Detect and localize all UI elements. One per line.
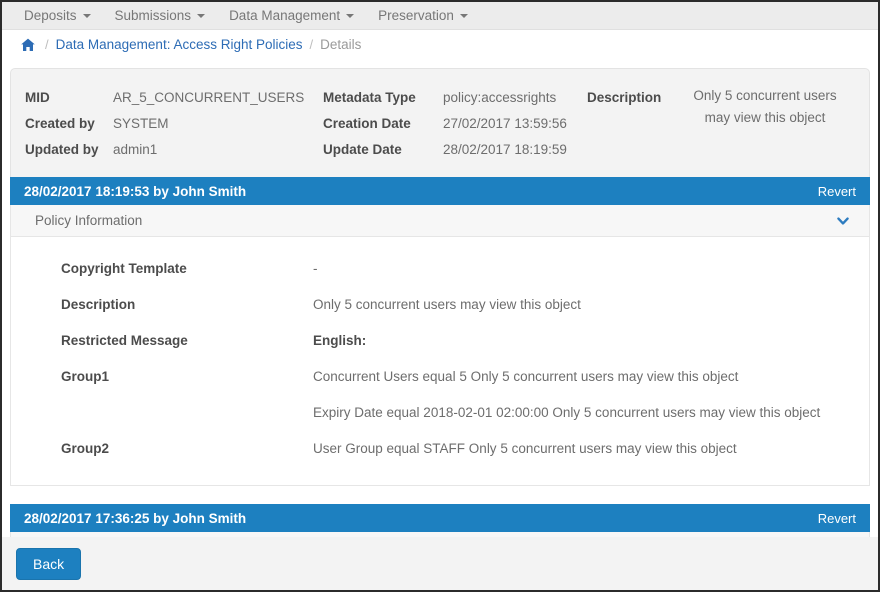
version-header-2[interactable]: 28/02/2017 17:36:25 by John Smith Revert xyxy=(10,504,870,532)
metadata-value-update-date: 28/02/2017 18:19:59 xyxy=(443,137,567,163)
version-block-1: 28/02/2017 18:19:53 by John Smith Revert… xyxy=(10,177,870,486)
metadata-value-metadata-type: policy:accessrights xyxy=(443,85,567,111)
metadata-value-mid: AR_5_CONCURRENT_USERS xyxy=(113,85,304,111)
detail-value-description: Only 5 concurrent users may view this ob… xyxy=(313,287,855,323)
chevron-down-icon xyxy=(460,14,468,18)
nav-item-data-management[interactable]: Data Management xyxy=(217,8,366,23)
home-icon[interactable] xyxy=(20,37,36,53)
section-title: Policy Information xyxy=(35,213,142,228)
metadata-column-identity: MID Created by Updated by AR_5_CONCURREN… xyxy=(25,85,323,163)
detail-value-group1-line2: Expiry Date equal 2018-02-01 02:00:00 On… xyxy=(313,395,855,431)
breadcrumb-separator: / xyxy=(45,37,49,52)
nav-item-label: Submissions xyxy=(115,8,192,23)
detail-value-restricted-message: English: xyxy=(313,323,855,359)
detail-label-description: Description xyxy=(25,287,313,323)
main-navigation-bar: Deposits Submissions Data Management Pre… xyxy=(2,2,878,30)
detail-value-copyright-template: - xyxy=(313,251,855,287)
section-header-policy-information-2[interactable]: Policy Information xyxy=(10,532,870,537)
application-window: Deposits Submissions Data Management Pre… xyxy=(0,0,880,592)
breadcrumb-current-details: Details xyxy=(320,37,361,52)
chevron-down-icon xyxy=(83,14,91,18)
detail-row: Restricted Message English: xyxy=(11,323,869,359)
chevron-down-icon[interactable] xyxy=(835,213,851,229)
detail-value-group2: User Group equal STAFF Only 5 concurrent… xyxy=(313,431,855,467)
metadata-value-created-by: SYSTEM xyxy=(113,111,304,137)
detail-row: Copyright Template - xyxy=(11,251,869,287)
nav-item-preservation[interactable]: Preservation xyxy=(366,8,480,23)
metadata-label-update-date: Update Date xyxy=(323,137,433,163)
metadata-label-created-by: Created by xyxy=(25,111,103,137)
nav-item-label: Deposits xyxy=(24,8,77,23)
revert-link[interactable]: Revert xyxy=(818,184,856,199)
detail-label-group2: Group2 xyxy=(25,431,313,467)
section-body-policy-information-1: Copyright Template - Description Only 5 … xyxy=(10,237,870,486)
section-header-policy-information-1[interactable]: Policy Information xyxy=(10,205,870,237)
nav-item-label: Preservation xyxy=(378,8,454,23)
metadata-label-description: Description xyxy=(587,85,675,111)
version-title: 28/02/2017 18:19:53 by John Smith xyxy=(24,184,246,199)
metadata-label-mid: MID xyxy=(25,85,103,111)
metadata-value-description: Only 5 concurrent users may view this ob… xyxy=(685,85,845,129)
nav-item-label: Data Management xyxy=(229,8,340,23)
detail-row: Group2 User Group equal STAFF Only 5 con… xyxy=(11,431,869,467)
metadata-label-creation-date: Creation Date xyxy=(323,111,433,137)
metadata-value-creation-date: 27/02/2017 13:59:56 xyxy=(443,111,567,137)
detail-label-group1: Group1 xyxy=(25,359,313,395)
metadata-summary-panel: MID Created by Updated by AR_5_CONCURREN… xyxy=(10,68,870,177)
detail-value-group1: Concurrent Users equal 5 Only 5 concurre… xyxy=(313,359,855,431)
detail-label-restricted-message: Restricted Message xyxy=(25,323,313,359)
version-block-2: 28/02/2017 17:36:25 by John Smith Revert… xyxy=(10,504,870,537)
version-title: 28/02/2017 17:36:25 by John Smith xyxy=(24,511,246,526)
metadata-label-metadata-type: Metadata Type xyxy=(323,85,433,111)
page-content: MID Created by Updated by AR_5_CONCURREN… xyxy=(2,60,878,537)
breadcrumb-link-access-right-policies[interactable]: Data Management: Access Right Policies xyxy=(56,37,303,52)
detail-row: Group1 Concurrent Users equal 5 Only 5 c… xyxy=(11,359,869,431)
metadata-value-updated-by: admin1 xyxy=(113,137,304,163)
metadata-label-updated-by: Updated by xyxy=(25,137,103,163)
detail-value-group1-line1: Concurrent Users equal 5 Only 5 concurre… xyxy=(313,359,855,395)
metadata-column-description: Description Only 5 concurrent users may … xyxy=(587,85,855,129)
revert-link[interactable]: Revert xyxy=(818,511,856,526)
nav-item-submissions[interactable]: Submissions xyxy=(103,8,218,23)
version-header-1[interactable]: 28/02/2017 18:19:53 by John Smith Revert xyxy=(10,177,870,205)
breadcrumb: / Data Management: Access Right Policies… xyxy=(2,30,878,60)
metadata-column-dates: Metadata Type Creation Date Update Date … xyxy=(323,85,587,163)
back-button[interactable]: Back xyxy=(16,548,81,580)
breadcrumb-separator: / xyxy=(310,37,314,52)
page-footer: Back xyxy=(2,537,878,590)
detail-label-copyright-template: Copyright Template xyxy=(25,251,313,287)
chevron-down-icon xyxy=(346,14,354,18)
nav-item-deposits[interactable]: Deposits xyxy=(12,8,103,23)
chevron-down-icon xyxy=(197,14,205,18)
detail-row: Description Only 5 concurrent users may … xyxy=(11,287,869,323)
